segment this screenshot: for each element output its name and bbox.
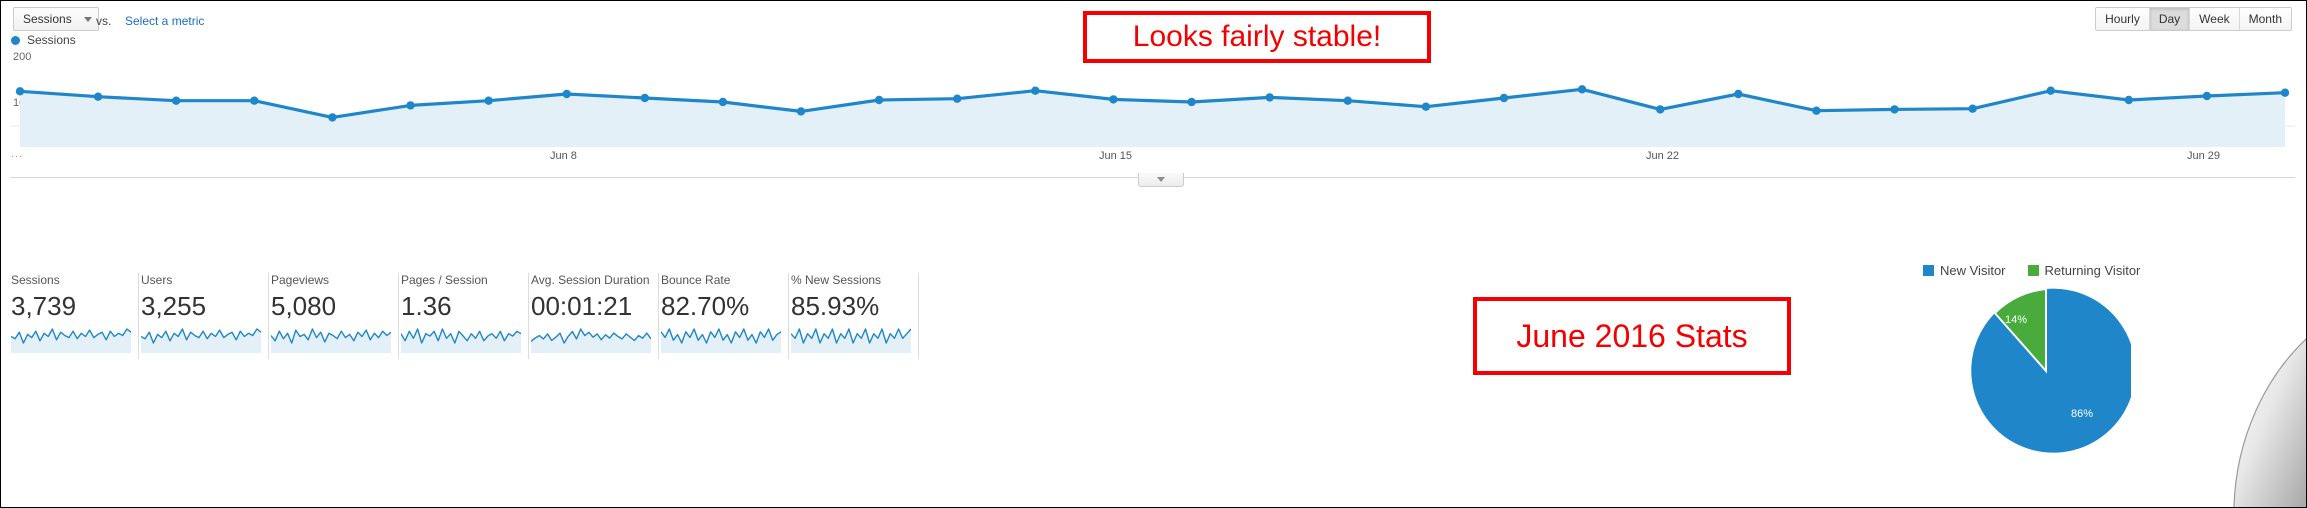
visitor-type-pie-chart[interactable]: 86% 14%	[1961, 286, 2136, 456]
vs-label: vs.	[96, 14, 112, 28]
metric-tile-pageviews[interactable]: Pageviews 5,080	[269, 273, 399, 359]
metric-tile-users[interactable]: Users 3,255	[139, 273, 269, 359]
analytics-dashboard: Sessions vs. Select a metric Hourly Day …	[0, 0, 2307, 508]
metric-tile-sessions[interactable]: Sessions 3,739	[9, 273, 139, 359]
sparkline-pages-per-session	[401, 328, 521, 353]
sparkline-sessions	[11, 328, 131, 353]
annotation-june-2016-stats: June 2016 Stats	[1473, 297, 1791, 375]
chevron-down-icon	[83, 16, 92, 22]
pie-legend-label: Returning Visitor	[2044, 263, 2141, 278]
visitor-type-pie-svg	[1971, 287, 2136, 453]
annotation-looks-stable: Looks fairly stable!	[1083, 11, 1431, 63]
sparkline-bounce-rate	[661, 328, 781, 353]
metric-tile-label: Pages / Session	[401, 273, 488, 287]
metric-tile-label: Avg. Session Duration	[531, 273, 650, 287]
sparkline-avg-session-duration	[531, 328, 651, 353]
x-axis-tick-jun-15: Jun 15	[1099, 150, 1133, 162]
chevron-down-icon	[1157, 177, 1165, 182]
metric-tile-label: Sessions	[11, 273, 60, 287]
legend-series-label: Sessions	[27, 33, 76, 47]
pie-label-new-visitor-pct: 86%	[2071, 408, 2094, 420]
x-axis-ellipsis: ...	[11, 148, 24, 160]
chart-legend: Sessions	[11, 33, 76, 47]
metric-tile-label: % New Sessions	[791, 273, 882, 287]
expand-chart-button[interactable]	[1138, 173, 1184, 187]
pie-legend: New Visitor Returning Visitor	[1923, 263, 2162, 278]
metric-tile-value: 3,739	[11, 291, 77, 321]
granularity-hourly-button[interactable]: Hourly	[2096, 8, 2150, 30]
pie-label-returning-visitor-pct: 14%	[2005, 314, 2028, 326]
metric-tile-avg-session-duration[interactable]: Avg. Session Duration 00:01:21	[529, 273, 659, 359]
granularity-month-button[interactable]: Month	[2239, 8, 2291, 30]
metric-tile-value: 00:01:21	[531, 291, 633, 321]
returning-visitor-swatch-icon	[2027, 265, 2039, 276]
sparkline-users	[141, 328, 261, 353]
metric-tile-label: Pageviews	[271, 273, 330, 287]
x-axis-tick-jun-29: Jun 29	[2187, 150, 2221, 162]
pie-legend-item-returning-visitor[interactable]: Returning Visitor	[2027, 263, 2141, 278]
sessions-line-chart[interactable]	[10, 59, 2295, 147]
metric-tile-value: 5,080	[271, 291, 337, 321]
metric-tile-value: 1.36	[401, 291, 452, 321]
granularity-button-group[interactable]: Hourly Day Week Month	[2095, 7, 2292, 31]
sparkline-new-sessions	[791, 328, 911, 353]
metric-tile-value: 85.93%	[791, 291, 880, 321]
metric-select-label: Sessions	[23, 12, 72, 26]
metric-tile-value: 3,255	[141, 291, 207, 321]
x-axis-tick-jun-22: Jun 22	[1646, 150, 1680, 162]
sessions-line-chart-svg	[10, 85, 2295, 147]
metric-tile-pages-per-session[interactable]: Pages / Session 1.36	[399, 273, 529, 359]
legend-dot-icon	[11, 35, 20, 45]
x-axis-tick-jun-8: Jun 8	[550, 150, 577, 162]
granularity-week-button[interactable]: Week	[2190, 8, 2240, 30]
page-curl-decoration	[2233, 338, 2306, 507]
metric-tile-new-sessions[interactable]: % New Sessions 85.93%	[789, 273, 919, 359]
select-metric-link[interactable]: Select a metric	[125, 14, 204, 28]
sparkline-pageviews	[271, 328, 391, 353]
granularity-day-button[interactable]: Day	[2149, 8, 2191, 30]
metric-tile-value: 82.70%	[661, 291, 750, 321]
pie-legend-label: New Visitor	[1940, 263, 2006, 278]
pie-legend-item-new-visitor[interactable]: New Visitor	[1923, 263, 2006, 278]
metric-tile-label: Users	[141, 273, 173, 287]
metric-select-dropdown[interactable]: Sessions	[13, 7, 99, 31]
metric-tiles: Sessions 3,739 Users 3,255 Pageviews 5,0…	[9, 273, 919, 359]
metric-tile-bounce-rate[interactable]: Bounce Rate 82.70%	[659, 273, 789, 359]
metric-tile-label: Bounce Rate	[661, 273, 731, 287]
new-visitor-swatch-icon	[1923, 265, 1934, 276]
